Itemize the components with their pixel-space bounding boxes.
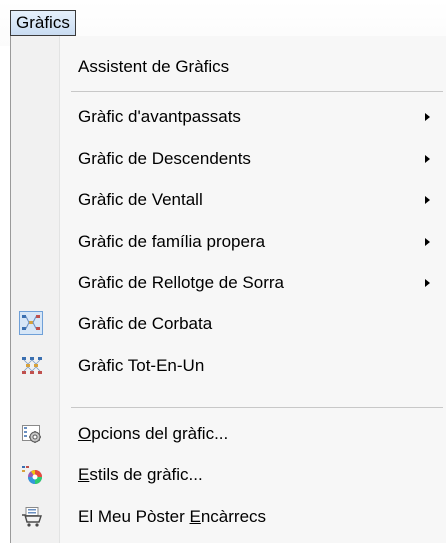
menu-item-label: El Meu Pòster Encàrrecs [78,500,266,534]
menu-item-bowtie-chart[interactable]: Gràfic de Corbata [11,307,445,341]
menu-item-label-rest: ncàrrecs [200,507,267,526]
menu-item-label: Gràfic Tot-En-Un [78,356,205,375]
menu-item-chart-styles[interactable]: Estils de gràfic... [11,458,445,492]
menu-item-label-rest: stils de gràfic... [89,465,203,484]
menu-graphics-button[interactable]: Gràfics [10,10,76,36]
submenu-arrow-icon [425,113,430,121]
menu-separator [71,407,443,408]
graphics-dropdown-menu: Assistent de Gràfics Gràfic d'avantpassa… [10,36,446,543]
chart-options-gear-icon [21,423,43,445]
menu-graphics-label: Gràfics [16,13,70,32]
menu-item-chart-options[interactable]: Opcions del gràfic... [11,417,445,451]
menu-item-label: Estils de gràfic... [78,458,203,492]
mnemonic-letter: E [189,507,201,526]
menu-item-chart-wizard[interactable]: Assistent de Gràfics [11,50,445,84]
menu-item-all-in-one-chart[interactable]: Gràfic Tot-En-Un [11,349,445,383]
menu-item-my-poster-orders[interactable]: El Meu Pòster Encàrrecs [11,500,445,534]
menu-item-label: Opcions del gràfic... [78,417,228,451]
menu-item-ancestor-chart[interactable]: Gràfic d'avantpassats [11,100,445,134]
menu-item-label: Gràfic de família propera [78,232,266,251]
mnemonic-letter: O [78,424,92,443]
menu-item-label: Gràfic d'avantpassats [78,107,241,126]
menu-item-label: Gràfic de Corbata [78,314,213,333]
menu-item-descendant-chart[interactable]: Gràfic de Descendents [11,142,445,176]
menu-item-close-family-chart[interactable]: Gràfic de família propera [11,225,445,259]
menu-item-label-rest: pcions del gràfic... [91,424,229,443]
menu-item-label: Gràfic de Descendents [78,149,251,168]
submenu-arrow-icon [425,155,430,163]
submenu-arrow-icon [425,238,430,246]
menu-separator [71,91,443,92]
all-in-one-chart-icon [21,355,43,377]
menu-item-label-pre: El Meu Pòster [78,507,190,526]
bowtie-chart-icon [19,311,43,335]
menu-item-fan-chart[interactable]: Gràfic de Ventall [11,183,445,217]
chart-styles-palette-icon [21,464,43,486]
poster-cart-icon [21,506,43,528]
menu-item-label: Assistent de Gràfics [78,57,230,76]
submenu-arrow-icon [425,279,430,287]
menu-item-label: Gràfic de Rellotge de Sorra [78,273,284,292]
mnemonic-letter: E [78,465,90,484]
menu-item-hourglass-chart[interactable]: Gràfic de Rellotge de Sorra [11,266,445,300]
submenu-arrow-icon [425,196,430,204]
menu-item-label: Gràfic de Ventall [78,190,203,209]
